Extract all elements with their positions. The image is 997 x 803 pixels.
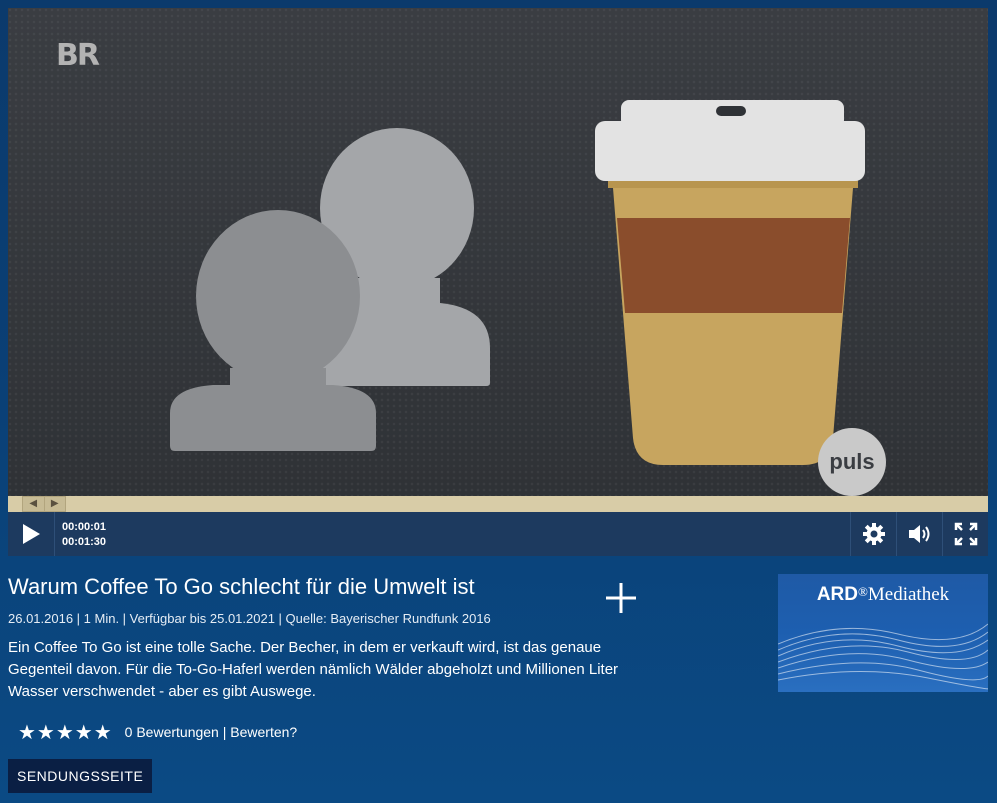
time-display: 00:00:01 00:01:30 [62,520,106,550]
arrow-right-icon: ▶ [50,498,59,509]
fullscreen-button[interactable] [942,512,989,556]
coffee-cup-illustration [595,100,865,465]
rating-section: ★★★★★ 0 Bewertungen | Bewerten? [18,720,297,744]
ard-label: ARD [816,584,858,605]
ard-mediathek-text: ARD®Mediathek [778,584,988,606]
progress-bar[interactable]: ◀ ▶ [8,496,988,512]
rating-separator: | [222,724,227,740]
video-frame[interactable]: BR puls [8,8,988,496]
mediathek-label: Mediathek [867,584,950,605]
ard-mediathek-logo[interactable]: ARD®Mediathek [778,574,988,692]
control-bar: 00:00:01 00:01:30 [8,512,988,556]
rating-count: 0 Bewertungen [124,724,219,740]
show-page-button[interactable]: SENDUNGSSEITE [8,759,153,793]
video-meta: 26.01.2016 | 1 Min. | Verfügbar bis 25.0… [8,611,491,626]
volume-icon [909,525,930,543]
add-to-list-button[interactable] [601,578,641,618]
arrow-left-icon: ◀ [23,497,45,511]
duration-time: 00:01:30 [62,536,107,548]
rating-info: 0 Bewertungen | Bewerten? [125,724,298,740]
play-icon [23,524,40,544]
play-button[interactable] [8,512,55,556]
rating-stars[interactable]: ★★★★★ [18,720,113,744]
volume-button[interactable] [896,512,943,556]
progress-handle[interactable]: ◀ ▶ [22,496,66,512]
video-title: Warum Coffee To Go schlecht für die Umwe… [8,574,475,599]
rate-link[interactable]: Bewerten? [230,724,297,740]
video-illustration [170,100,865,465]
puls-watermark: puls [818,428,886,496]
gear-icon [863,523,885,545]
video-player: BR puls ◀ ▶ 00:00:01 00:01:30 [8,8,988,556]
current-time: 00:00:01 [62,521,107,533]
plus-icon [606,583,636,613]
video-description: Ein Coffee To Go ist eine tolle Sache. D… [8,639,619,700]
fullscreen-icon [954,522,978,546]
br-channel-logo: BR [56,38,100,73]
settings-button[interactable] [850,512,897,556]
registered-mark: ® [858,584,868,599]
ard-wave-graphic [778,623,988,690]
